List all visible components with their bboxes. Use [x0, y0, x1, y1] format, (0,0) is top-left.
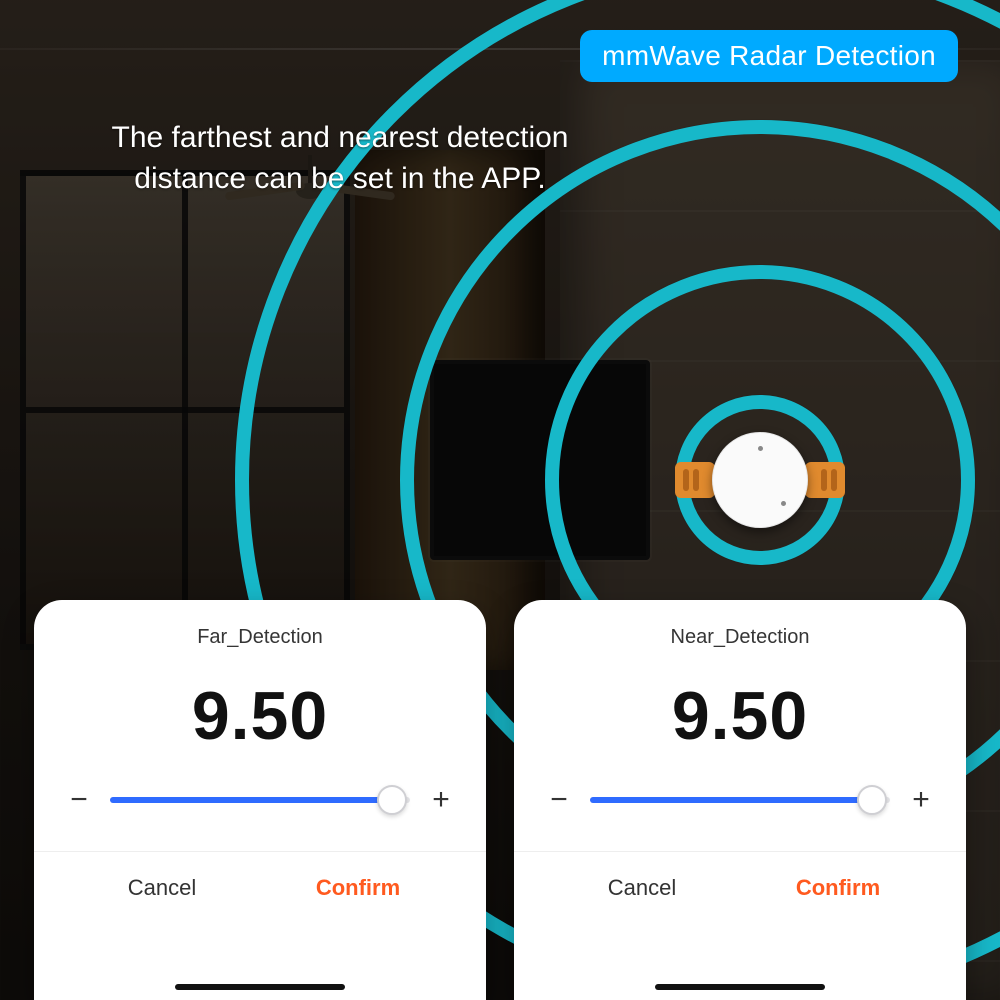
confirm-button[interactable]: Confirm	[740, 852, 936, 924]
slider-knob[interactable]	[377, 785, 407, 815]
slider-row: − +	[544, 783, 936, 817]
plus-button[interactable]: +	[426, 783, 456, 817]
card-near-detection: Near_Detection 9.50 − + Cancel Confirm	[514, 600, 966, 1000]
subtitle-text: The farthest and nearest detection dista…	[60, 118, 620, 199]
cancel-button[interactable]: Cancel	[64, 852, 260, 924]
slider-track[interactable]	[110, 797, 410, 803]
card-actions: Cancel Confirm	[64, 852, 456, 924]
title-badge: mmWave Radar Detection	[580, 30, 958, 82]
sensor-puck	[712, 432, 808, 528]
card-far-detection: Far_Detection 9.50 − + Cancel Confirm	[34, 600, 486, 1000]
sensor-hole-icon	[758, 446, 763, 451]
slider-row: − +	[64, 783, 456, 817]
slider-knob[interactable]	[857, 785, 887, 815]
card-actions: Cancel Confirm	[544, 852, 936, 924]
slider-fill	[590, 797, 872, 803]
sensor-hole-icon	[781, 501, 786, 506]
card-title: Far_Detection	[64, 626, 456, 649]
mount-bracket-left	[675, 462, 715, 498]
minus-button[interactable]: −	[544, 783, 574, 817]
mount-bracket-right	[805, 462, 845, 498]
stage: mmWave Radar Detection The farthest and …	[0, 0, 1000, 1000]
cancel-button[interactable]: Cancel	[544, 852, 740, 924]
slider-fill	[110, 797, 392, 803]
settings-cards: Far_Detection 9.50 − + Cancel Confirm Ne…	[34, 600, 966, 1000]
card-value: 9.50	[544, 677, 936, 755]
sensor-device	[685, 430, 835, 530]
confirm-button[interactable]: Confirm	[260, 852, 456, 924]
home-indicator	[175, 984, 345, 990]
card-title: Near_Detection	[544, 626, 936, 649]
home-indicator	[655, 984, 825, 990]
card-value: 9.50	[64, 677, 456, 755]
minus-button[interactable]: −	[64, 783, 94, 817]
slider-track[interactable]	[590, 797, 890, 803]
plus-button[interactable]: +	[906, 783, 936, 817]
